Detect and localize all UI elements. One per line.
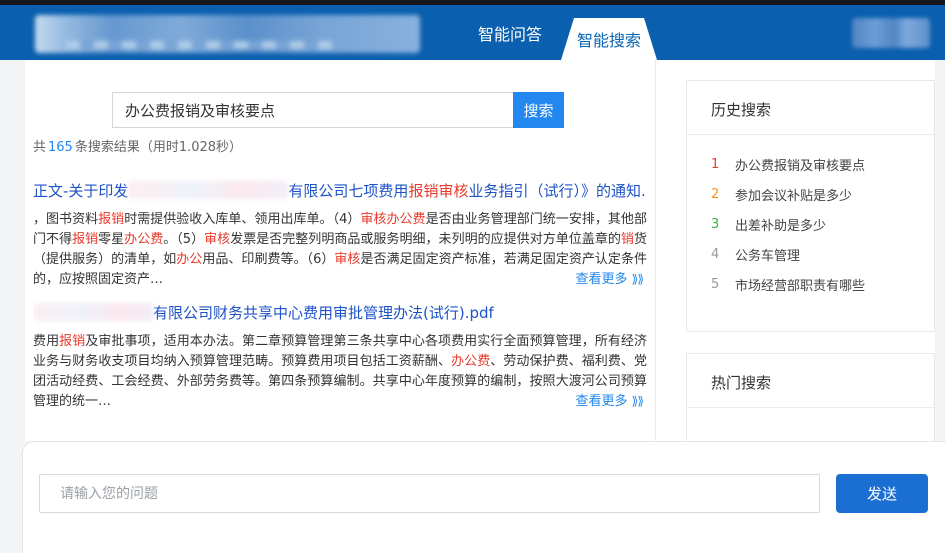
history-search-panel: 历史搜索 1 办公费报销及审核要点 2 参加会议补贴是多少 3 出差补助是多少 … [686, 80, 935, 332]
history-search-title: 历史搜索 [687, 81, 934, 135]
history-item[interactable]: 5 市场经营部职责有哪些 [711, 269, 934, 299]
history-item[interactable]: 3 出差补助是多少 [711, 209, 934, 239]
question-input[interactable] [39, 474, 820, 513]
redacted-text [33, 303, 153, 321]
search-input[interactable] [112, 92, 514, 128]
app-header: 智能问答 智能搜索 [0, 5, 945, 60]
result-title-link[interactable]: 正文-关于印发有限公司七项费用报销审核业务指引（试行）》的通知.pdf [33, 178, 647, 204]
redacted-company-logo [35, 15, 420, 53]
rank-number: 1 [711, 157, 727, 172]
chevrons-right-icon: ⟫⟫ [632, 394, 643, 408]
history-item-label: 公务车管理 [735, 245, 800, 264]
history-item[interactable]: 4 公务车管理 [711, 239, 934, 269]
question-input-bar: 发送 [22, 441, 945, 553]
chevrons-right-icon: ⟫⟫ [632, 272, 643, 286]
summary-suffix: 条搜索结果（用时1.028秒） [75, 140, 242, 155]
rank-number: 3 [711, 217, 727, 232]
redacted-user-info [852, 18, 930, 48]
history-item-label: 办公费报销及审核要点 [735, 155, 865, 174]
history-item-label: 市场经营部职责有哪些 [735, 275, 865, 294]
history-item[interactable]: 1 办公费报销及审核要点 [711, 149, 934, 179]
rank-number: 5 [711, 277, 727, 292]
search-result: 正文-关于印发有限公司七项费用报销审核业务指引（试行）》的通知.pdf ，图书资… [33, 178, 647, 290]
rank-number: 4 [711, 247, 727, 262]
send-button[interactable]: 发送 [836, 474, 928, 513]
search-result: 有限公司财务共享中心费用审批管理办法(试行).pdf 费用报销及审批事项，适用本… [33, 300, 647, 412]
results-count: 165 [48, 140, 73, 155]
rank-number: 2 [711, 187, 727, 202]
search-results-panel: 搜索 共165条搜索结果（用时1.028秒） 正文-关于印发有限公司七项费用报销… [25, 60, 656, 441]
see-more-link[interactable]: 查看更多 ⟫⟫ [567, 269, 643, 290]
result-title-link[interactable]: 有限公司财务共享中心费用审批管理办法(试行).pdf [33, 300, 647, 326]
results-summary: 共165条搜索结果（用时1.028秒） [33, 136, 242, 155]
search-button[interactable]: 搜索 [513, 92, 564, 128]
tab-smart-search[interactable]: 智能搜索 [561, 18, 657, 60]
see-more-link[interactable]: 查看更多 ⟫⟫ [567, 391, 643, 412]
redacted-text [128, 181, 288, 199]
history-item-label: 参加会议补贴是多少 [735, 185, 852, 204]
history-item[interactable]: 2 参加会议补贴是多少 [711, 179, 934, 209]
history-search-list: 1 办公费报销及审核要点 2 参加会议补贴是多少 3 出差补助是多少 4 公务车… [687, 135, 934, 299]
result-snippet: ，图书资料报销时需提供验收入库单、领用出库单。（4）审核办公费是否由业务管理部门… [33, 210, 647, 290]
summary-prefix: 共 [33, 140, 46, 155]
hot-search-title: 热门搜索 [687, 354, 934, 408]
tab-smart-qa[interactable]: 智能问答 [455, 5, 565, 60]
history-item-label: 出差补助是多少 [735, 215, 826, 234]
result-snippet: 费用报销及审批事项，适用本办法。第二章预算管理第三条共享中心各项费用实行全面预算… [33, 332, 647, 412]
